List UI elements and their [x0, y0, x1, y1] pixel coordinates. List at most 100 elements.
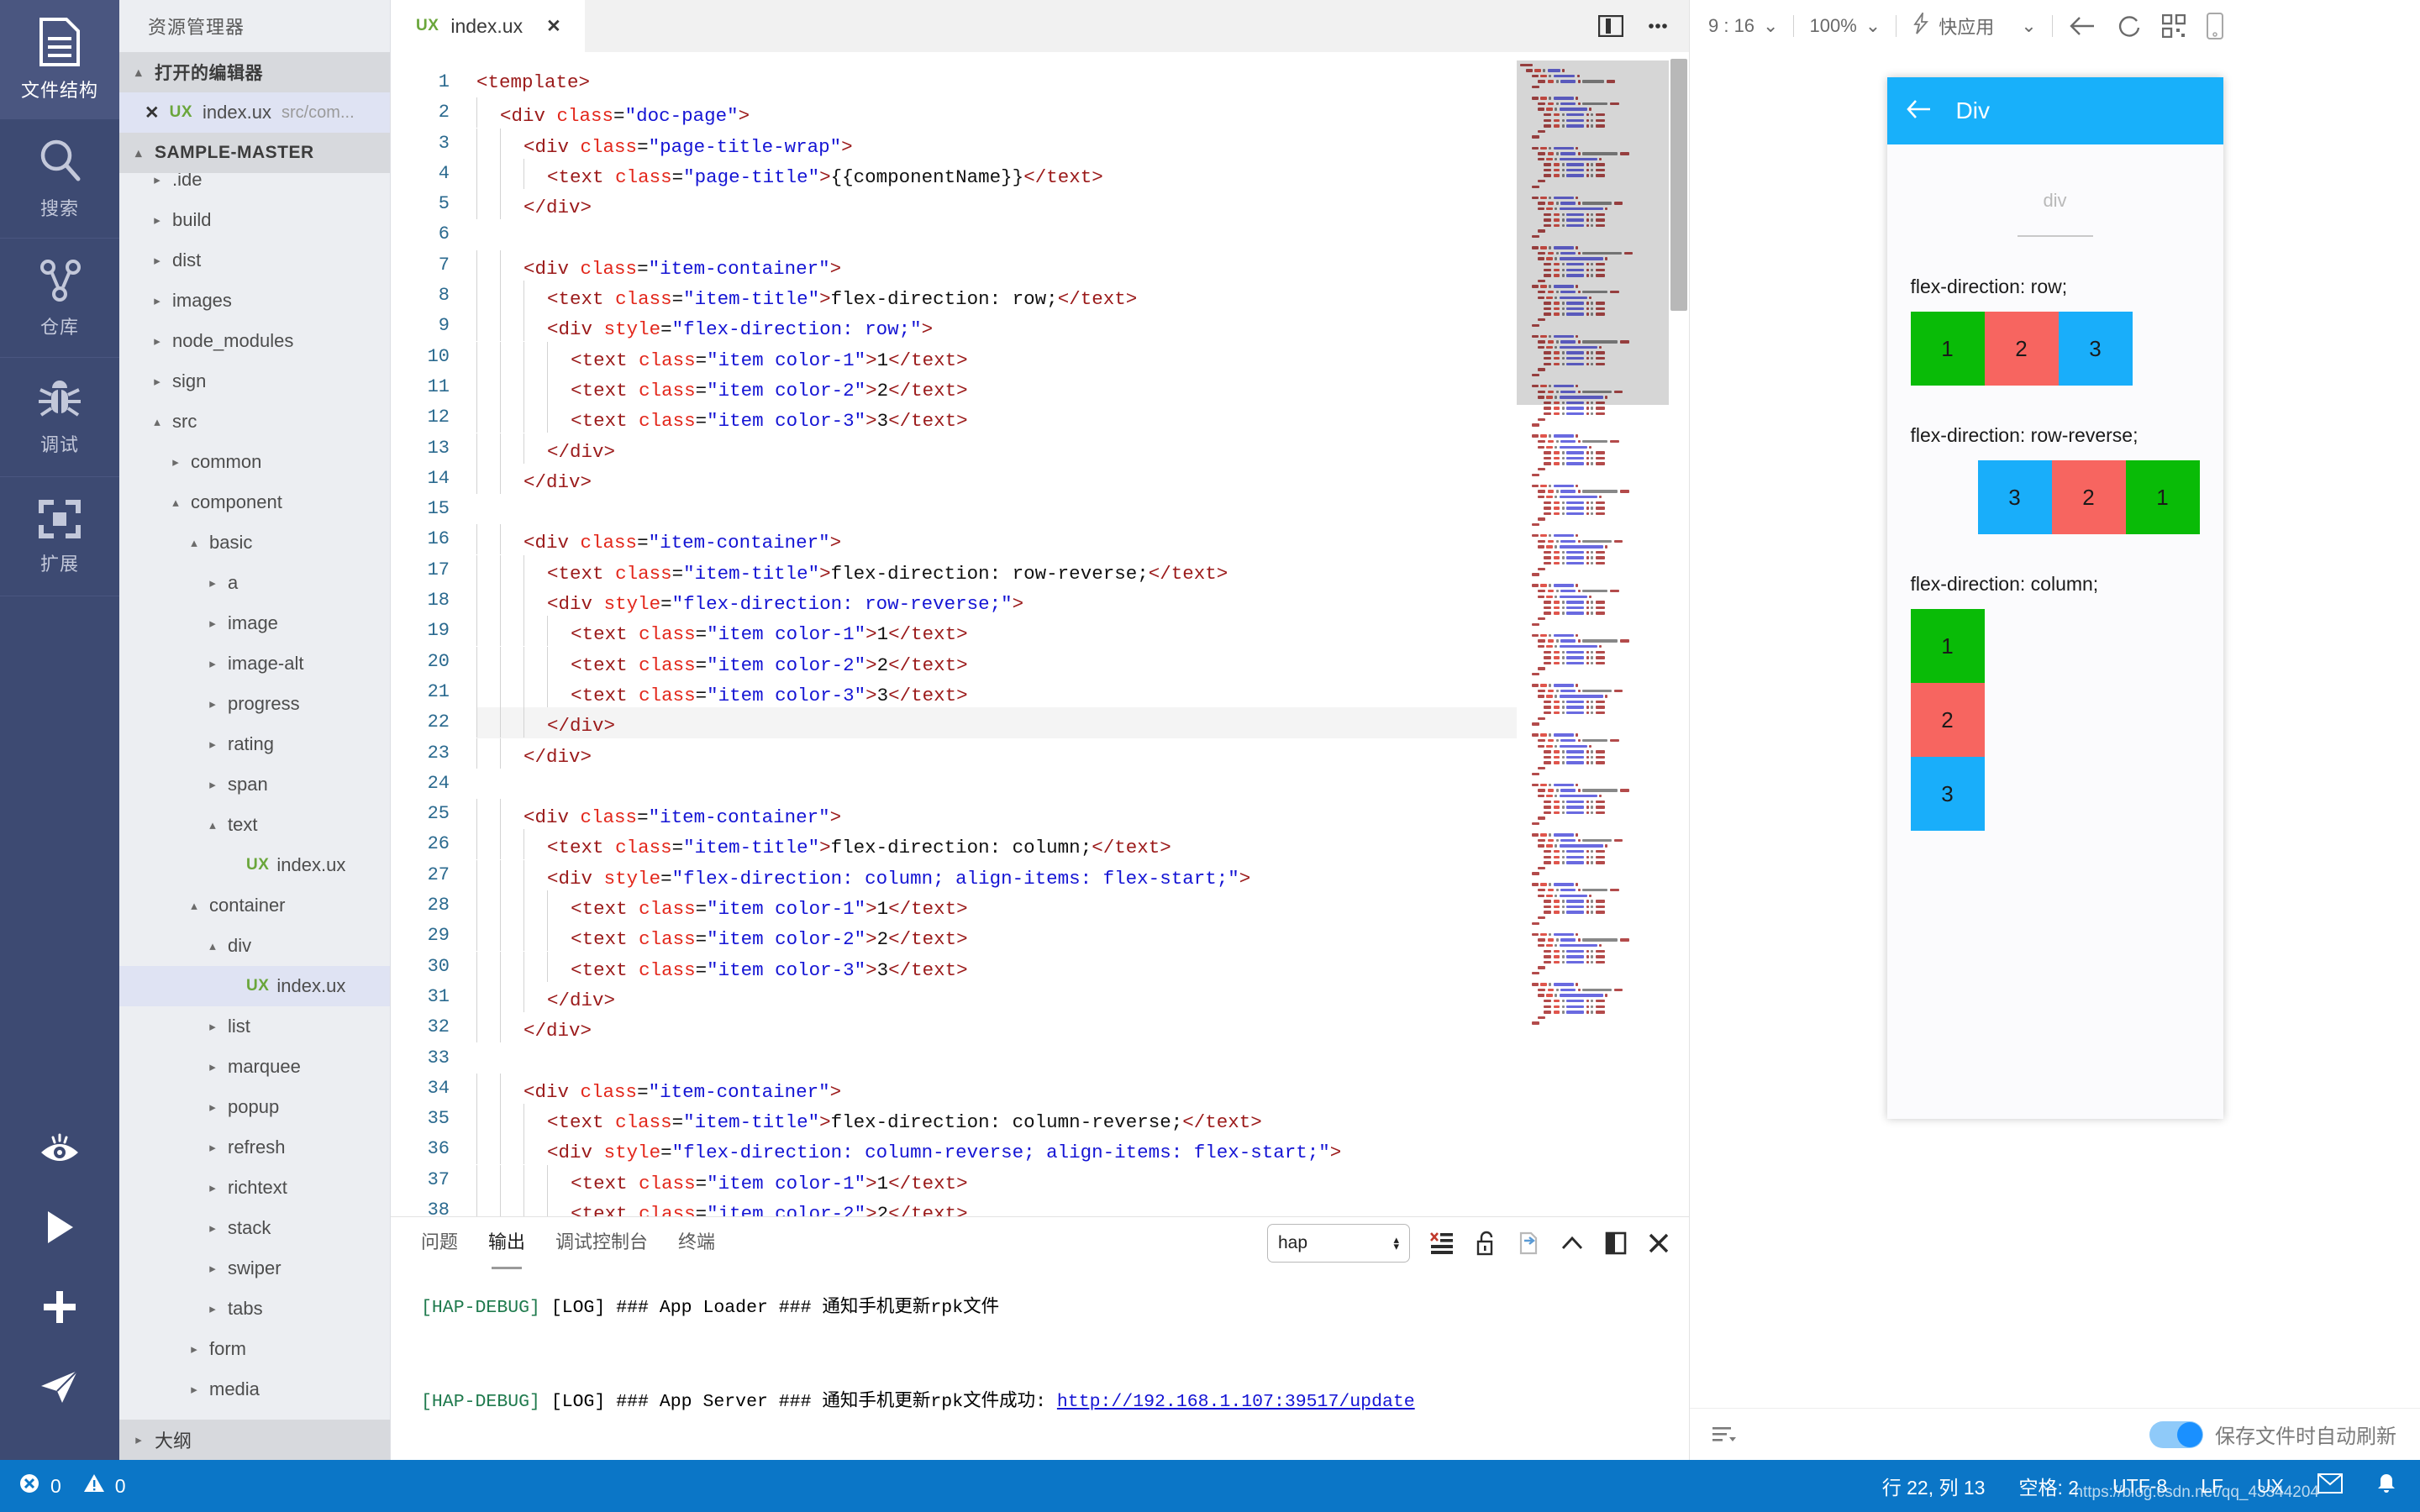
code-line[interactable]: <div class="item-container"> — [476, 1074, 1517, 1104]
tree-folder-dist[interactable]: ▸dist — [119, 240, 390, 281]
log-link[interactable]: http://192.168.1.107:39517/update — [1057, 1392, 1415, 1412]
panel-tab-0[interactable]: 问题 — [421, 1227, 458, 1259]
tree-folder-images[interactable]: ▸images — [119, 281, 390, 321]
platform-select[interactable]: 快应用 ⌄ — [1902, 13, 2046, 39]
notifications-icon[interactable] — [2317, 1473, 2343, 1499]
activity-bar-item-1[interactable]: 搜索 — [0, 119, 119, 239]
tree-folder-rating[interactable]: ▸rating — [119, 724, 390, 764]
code-line[interactable]: <div style="flex-direction: column-rever… — [476, 1134, 1517, 1164]
tree-folder-a[interactable]: ▸a — [119, 563, 390, 603]
code-line[interactable] — [476, 494, 1517, 524]
code-line[interactable]: <text class="item-title">flex-direction:… — [476, 1104, 1517, 1134]
code-line[interactable]: <text class="item color-3">3</text> — [476, 952, 1517, 982]
tree-folder-sign[interactable]: ▸sign — [119, 361, 390, 402]
tree-folder-tabs[interactable]: ▸tabs — [119, 1289, 390, 1329]
tree-folder-.ide[interactable]: ▸.ide — [119, 173, 390, 200]
code-line[interactable]: <div style="flex-direction: row;"> — [476, 311, 1517, 341]
code-line[interactable]: </div> — [476, 707, 1517, 738]
code-line[interactable]: <div style="flex-direction: row-reverse;… — [476, 585, 1517, 616]
editor-scrollbar-thumb[interactable] — [1670, 59, 1687, 311]
code-line[interactable]: <text class="item-title">flex-direction:… — [476, 829, 1517, 859]
tree-folder-form[interactable]: ▸form — [119, 1329, 390, 1369]
maximize-panel-icon[interactable] — [1605, 1231, 1627, 1255]
close-panel-icon[interactable] — [1647, 1231, 1670, 1255]
code-line[interactable] — [476, 219, 1517, 249]
phone-device-icon[interactable] — [2196, 13, 2234, 39]
tree-folder-image-alt[interactable]: ▸image-alt — [119, 643, 390, 684]
open-editors-header[interactable]: ▴ 打开的编辑器 — [119, 52, 390, 92]
tree-folder-popup[interactable]: ▸popup — [119, 1087, 390, 1127]
code-line[interactable]: <text class="item color-1">1</text> — [476, 616, 1517, 646]
code-line[interactable]: <div class="item-container"> — [476, 250, 1517, 281]
project-root-header[interactable]: ▴ SAMPLE-MASTER — [119, 133, 390, 173]
open-editor-item-index-ux[interactable]: ✕ UX index.ux src/com... — [119, 92, 390, 133]
activity-bar-item-4[interactable]: 扩展 — [0, 477, 119, 596]
back-arrow-icon[interactable] — [2058, 13, 2107, 39]
chevron-up-icon[interactable] — [1560, 1232, 1585, 1254]
output-log[interactable]: [HAP-DEBUG] [LOG] ### App Loader ### 通知手… — [391, 1269, 1689, 1460]
code-line[interactable]: <text class="item color-2">2</text> — [476, 921, 1517, 951]
minimap[interactable] — [1517, 52, 1689, 1216]
code-line[interactable] — [476, 769, 1517, 799]
code-line[interactable]: <text class="item color-1">1</text> — [476, 342, 1517, 372]
more-actions-icon[interactable] — [1645, 15, 1670, 37]
status-bar-item-0[interactable]: 行 22, 列 13 — [1882, 1472, 1986, 1500]
tree-folder-basic[interactable]: ▴basic — [119, 522, 390, 563]
tree-folder-style[interactable]: ▸style — [119, 1410, 390, 1420]
status-bar-item-3[interactable]: LF — [2201, 1475, 2223, 1498]
tree-folder-richtext[interactable]: ▸richtext — [119, 1168, 390, 1208]
code-line[interactable]: <div class="page-title-wrap"> — [476, 129, 1517, 159]
code-content[interactable]: <template> <div class="doc-page"> <div c… — [461, 52, 1517, 1216]
code-line[interactable]: <text class="item color-2">2</text> — [476, 372, 1517, 402]
status-bar-item-1[interactable]: 空格: 2 — [2018, 1472, 2079, 1500]
code-line[interactable]: <text class="item color-2">2</text> — [476, 647, 1517, 677]
code-line[interactable]: <text class="item color-1">1</text> — [476, 890, 1517, 921]
tree-folder-common[interactable]: ▸common — [119, 442, 390, 482]
tab-index-ux[interactable]: UX index.ux ✕ — [391, 0, 585, 52]
status-bar-item-4[interactable]: UX — [2257, 1475, 2284, 1498]
activity-bar-item-0[interactable]: 文件结构 — [0, 0, 119, 119]
close-icon[interactable]: ✕ — [546, 16, 561, 37]
code-line[interactable]: </div> — [476, 982, 1517, 1012]
clear-output-icon[interactable] — [1430, 1231, 1455, 1255]
code-line[interactable]: <template> — [476, 67, 1517, 97]
status-bar-item-2[interactable]: UTF-8 — [2112, 1475, 2167, 1498]
zoom-level-select[interactable]: 100% ⌄ — [1799, 15, 1891, 37]
code-line[interactable] — [476, 1043, 1517, 1074]
qr-code-icon[interactable] — [2152, 14, 2196, 38]
outline-section-header[interactable]: ▸ 大纲 — [119, 1420, 390, 1460]
tree-folder-node_modules[interactable]: ▸node_modules — [119, 321, 390, 361]
panel-tab-2[interactable]: 调试控制台 — [555, 1227, 648, 1259]
code-line[interactable]: </div> — [476, 433, 1517, 464]
tree-folder-container[interactable]: ▴container — [119, 885, 390, 926]
panel-tab-3[interactable]: 终端 — [678, 1227, 715, 1259]
tree-folder-stack[interactable]: ▸stack — [119, 1208, 390, 1248]
code-line[interactable]: </div> — [476, 738, 1517, 769]
aspect-ratio-select[interactable]: 9 : 16 ⌄ — [1698, 15, 1788, 37]
code-editor[interactable]: 1234567891011121314151617181920212223242… — [391, 52, 1689, 1216]
tree-folder-span[interactable]: ▸span — [119, 764, 390, 805]
tree-folder-image[interactable]: ▸image — [119, 603, 390, 643]
tree-folder-src[interactable]: ▴src — [119, 402, 390, 442]
tree-folder-marquee[interactable]: ▸marquee — [119, 1047, 390, 1087]
tree-folder-component[interactable]: ▴component — [119, 482, 390, 522]
code-line[interactable]: </div> — [476, 189, 1517, 219]
tree-folder-media[interactable]: ▸media — [119, 1369, 390, 1410]
tree-folder-div[interactable]: ▴div — [119, 926, 390, 966]
code-line[interactable]: <text class="item color-2">2</text> — [476, 1195, 1517, 1216]
code-line[interactable]: <text class="item color-3">3</text> — [476, 677, 1517, 707]
code-line[interactable]: <div class="item-container"> — [476, 524, 1517, 554]
lock-scroll-icon[interactable] — [1476, 1231, 1497, 1256]
back-arrow-icon[interactable] — [1906, 98, 1933, 124]
tree-folder-progress[interactable]: ▸progress — [119, 684, 390, 724]
code-line[interactable]: <text class="item color-1">1</text> — [476, 1165, 1517, 1195]
bell-icon[interactable] — [2376, 1473, 2396, 1499]
code-line[interactable]: </div> — [476, 464, 1517, 494]
eye-preview-icon[interactable] — [0, 1107, 119, 1187]
play-run-icon[interactable] — [0, 1187, 119, 1267]
code-line[interactable]: </div> — [476, 1012, 1517, 1042]
code-line[interactable]: <text class="item-title">flex-direction:… — [476, 555, 1517, 585]
tree-folder-text[interactable]: ▴text — [119, 805, 390, 845]
tree-file-index.ux[interactable]: UXindex.ux — [119, 845, 390, 885]
close-icon[interactable]: ✕ — [145, 102, 160, 123]
